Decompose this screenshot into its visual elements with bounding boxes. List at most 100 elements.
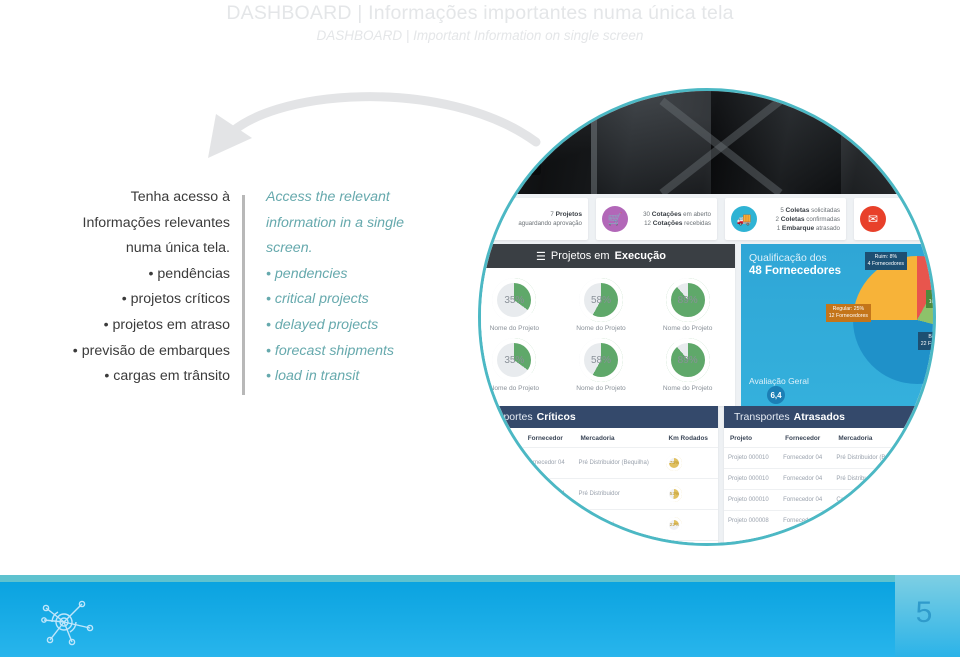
project-progress-item[interactable]: 89% Nome do Projeto	[644, 338, 731, 392]
cell-transit	[921, 510, 933, 531]
cell-fornecedor: Fornecedor 04	[521, 509, 575, 541]
dashboard-panels-row: ☰ Projetos em Execução 35% Nome do Proje…	[481, 244, 933, 406]
cell-projeto: Projeto 000010	[724, 489, 780, 511]
table-row[interactable]: Projeto 000010 Fornecedor 04 Caixa Espir…	[724, 489, 933, 511]
project-name: Nome do Projeto	[576, 325, 626, 332]
cell-mercadoria: Caixa Espiral	[832, 489, 922, 511]
table-row[interactable]: Projeto 000010 Fornecedor 04 Caixa Espir…	[481, 509, 718, 541]
en-bullet-2: delayed projects	[266, 313, 462, 339]
delayed-table-header: Transportes Atrasados	[724, 406, 933, 428]
portuguese-column: Tenha acesso à Informações relevantes nu…	[30, 185, 230, 390]
en-bullet-1: critical projects	[266, 287, 462, 313]
project-name: Nome do Projeto	[576, 385, 626, 392]
suppliers-qualification-panel: Qualificação dos 48 Fornecedores Ruim: 8…	[741, 244, 933, 406]
projects-panel-header: ☰ Projetos em Execução	[481, 244, 735, 268]
kpi-card-cotacoes-text: 30 Cotações em aberto 12 Cotações recebi…	[634, 210, 711, 228]
km-ring: 52%	[666, 486, 683, 502]
progress-donut: 35%	[492, 278, 537, 322]
progress-value: 35%	[504, 294, 525, 306]
progress-value: 89%	[677, 354, 698, 366]
project-name: Nome do Projeto	[662, 325, 713, 332]
table-header-row: Projeto Fornecedor Mercadoria Km Rodados	[481, 428, 718, 448]
pie-label-otimo-pct: Ótimo: 21%	[929, 292, 933, 299]
table-row[interactable]: Projeto 000010 Fornecedor 04 Pré Distrib…	[481, 447, 718, 479]
pie-label-ruim-pct: Ruim: 8%	[874, 254, 898, 260]
cell-mercadoria: Pré Distribuidor	[574, 478, 663, 510]
kpi-card-mensagens[interactable]: ✉ 5 Me	[854, 198, 933, 240]
table-row[interactable]: Projeto 000010 Fornecedor 04 Pré Distrib…	[724, 468, 933, 490]
truck-icon: 🚚	[731, 206, 757, 232]
kpi-2-num-0: 5	[780, 206, 784, 214]
kpi-1-bold-0: Cotações	[651, 211, 682, 218]
progress-donut: 89%	[665, 338, 710, 382]
progress-value: 35%	[504, 354, 525, 366]
project-progress-item[interactable]: 35% Nome do Projeto	[481, 338, 558, 392]
table-row[interactable]: Projeto 000010 Fornecedor 04 Pré Distrib…	[724, 447, 933, 469]
pie-label-ruim-count: 4 Fornecedores	[867, 261, 904, 267]
kpi-card-cotacoes[interactable]: 🛒 30 Cotações em aberto 12 Cotações rece…	[596, 198, 717, 240]
pt-intro-line-2: Informações relevantes	[82, 214, 230, 231]
kpi-1-bold-1: Cotações	[652, 220, 683, 227]
cell-transit	[921, 447, 933, 469]
overall-rating-score: 6,4	[767, 386, 785, 404]
pie-label-bom: Bom: 46% 22 Fornecedores	[917, 332, 933, 350]
project-progress-item[interactable]: 35% Nome do Projeto	[481, 278, 558, 332]
col-km-rodados: Km Rodados	[668, 435, 708, 442]
progress-value: 58%	[590, 294, 611, 306]
en-intro-line-1: Access the relevant	[266, 189, 390, 205]
critical-transports-table: Transportes Críticos Projeto Fornecedor …	[481, 406, 718, 543]
kpi-1-rest-1: recebidas	[684, 220, 711, 227]
cell-projeto: Projeto 000010	[481, 509, 522, 541]
pie-label-regular: Regular: 25% 12 Fornecedores	[825, 304, 871, 322]
table-row[interactable]: Projeto 000010 Fornecedor 04 Pré Distrib…	[481, 478, 718, 510]
cell-fornecedor: Fornecedor 04	[521, 540, 575, 543]
cell-mercadoria: Pré Distribuidor (Bequilha)	[574, 447, 663, 479]
project-progress-item[interactable]: 89% Nome do Projeto	[644, 278, 731, 332]
hero-money-value: $93.7k	[844, 99, 888, 114]
cell-transit	[921, 468, 933, 490]
kpi-card-coletas-text: 5 Coletas solicitadas 2 Coletas confirma…	[763, 206, 840, 233]
delayed-title-light: Transportes	[734, 411, 790, 423]
hero-money-label: Negociados	[844, 115, 895, 126]
suppliers-title-line-2: 48 Fornecedores	[749, 265, 842, 277]
cell-projeto: Projeto 000010	[481, 478, 522, 510]
list-icon: ☰	[481, 206, 499, 232]
projects-panel-title-light: Projetos em	[550, 250, 610, 262]
progress-value: 58%	[590, 354, 611, 366]
project-progress-item[interactable]: 58% Nome do Projeto	[558, 278, 645, 332]
hero-photo-strip: $93.7k Negociados N	[481, 91, 933, 194]
bilingual-text-block: Tenha acesso à Informações relevantes nu…	[30, 185, 460, 400]
table-row[interactable]: Projeto 000008 Fornecedor 04 Rotor 43%	[481, 540, 718, 543]
cell-km: 22%	[662, 509, 718, 541]
kpi-card-projetos[interactable]: ☰ 7 Projetos aguardando aprovação	[481, 198, 588, 240]
cell-mercadoria: Pré Distribuidor	[832, 468, 922, 490]
english-column: Access the relevant information in a sin…	[266, 185, 462, 390]
en-bullet-0: pendencies	[266, 262, 462, 288]
col-transit-time: Transit Time	[927, 435, 936, 442]
cell-projeto: Projeto 000010	[724, 468, 780, 490]
pie-label-regular-pct: Regular: 25%	[832, 306, 865, 312]
kpi-1-num-1: 12	[644, 220, 651, 227]
en-bullet-3: forecast shipments	[266, 339, 462, 365]
pie-label-otimo: Ótimo: 21% 10 Fornecedores	[925, 290, 933, 308]
footer-teal-strip	[0, 575, 960, 582]
kpi-2-bold-2: Embarque	[781, 224, 815, 232]
kpi-card-row: ☰ 7 Projetos aguardando aprovação 🛒 30 C…	[481, 194, 933, 244]
column-divider	[242, 195, 245, 395]
project-progress-item[interactable]: 58% Nome do Projeto	[558, 338, 645, 392]
kpi-card-coletas[interactable]: 🚚 5 Coletas solicitadas 2 Coletas confir…	[725, 198, 846, 240]
pt-intro-line-1: Tenha acesso à	[130, 189, 230, 205]
cell-mercadoria: Rotor	[832, 510, 922, 531]
critical-table-header: Transportes Críticos	[481, 406, 718, 428]
table-row[interactable]: Projeto 000008 Fornecedor 04 Rotor	[724, 510, 933, 531]
en-intro-line-2: information in a single	[266, 214, 405, 231]
project-progress-grid: 35% Nome do Projeto 58% Nome do Projeto …	[481, 268, 735, 402]
kpi-1-rest-0: em aberto	[683, 211, 711, 218]
delayed-transports-table: Transportes Atrasados Projeto Fornecedor…	[724, 406, 936, 543]
kpi-2-num-2: 1	[776, 224, 781, 232]
overall-rating-label: Avaliação Geral	[749, 376, 809, 386]
pt-intro-line-3: numa única tela.	[125, 240, 230, 257]
suppliers-panel-title: Qualificação dos 48 Fornecedores	[749, 252, 841, 278]
cell-mercadoria: Pré Distribuidor (Bequilha)	[832, 447, 922, 469]
photo-beam-3	[591, 113, 597, 194]
